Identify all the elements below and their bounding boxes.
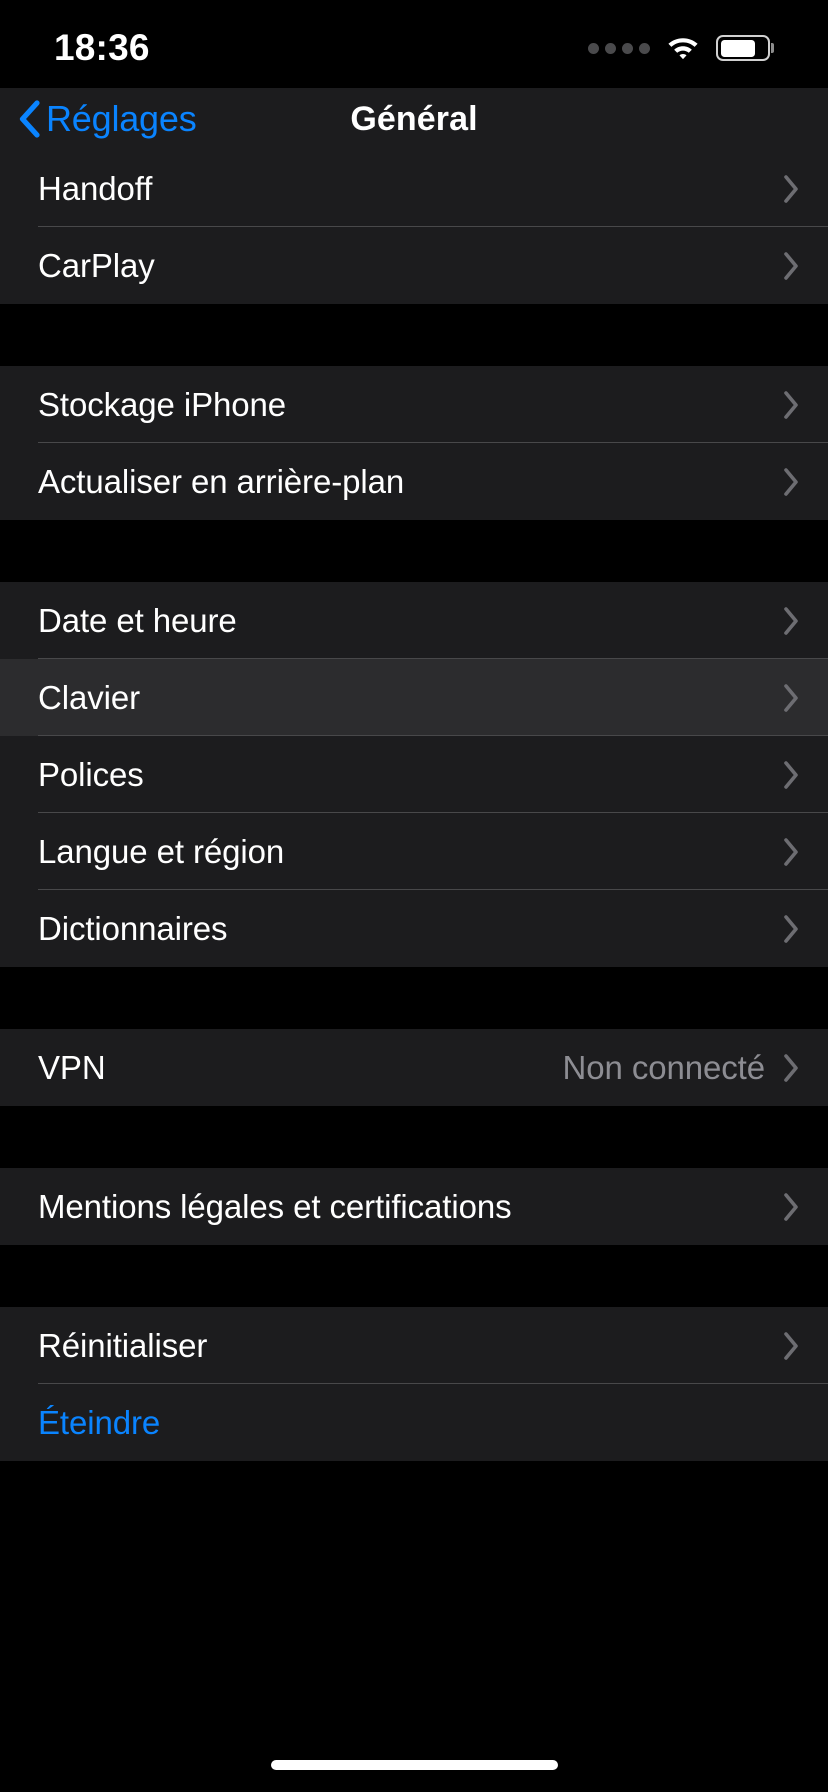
settings-row-teindre[interactable]: Éteindre [0, 1384, 828, 1461]
chevron-right-icon [784, 174, 798, 203]
group-gap [0, 1245, 828, 1307]
row-label: Dictionnaires [38, 909, 228, 947]
group-gap [0, 1106, 828, 1168]
chevron-right-icon [784, 683, 798, 712]
row-label: CarPlay [38, 246, 155, 284]
signal-dot [639, 42, 650, 54]
status-bar-clock: 18:36 [54, 27, 150, 68]
signal-dot [588, 42, 599, 54]
battery-fill [720, 39, 755, 57]
settings-row-dictionnaires[interactable]: Dictionnaires [0, 890, 828, 967]
row-value: Non connecté [562, 1048, 766, 1086]
signal-dot [605, 42, 616, 54]
settings-row-vpn[interactable]: VPN Non connecté [0, 1029, 828, 1106]
chevron-right-icon [784, 914, 798, 943]
group-gap [0, 520, 828, 582]
back-button-label: Réglages [46, 98, 197, 139]
settings-row-polices[interactable]: Polices [0, 736, 828, 813]
row-label: Polices [38, 755, 144, 793]
row-label: Actualiser en arrière-plan [38, 462, 405, 500]
back-button[interactable]: Réglages [0, 98, 197, 140]
settings-group: Stockage iPhone Actualiser en arrière-pla… [0, 366, 828, 520]
settings-group: Date et heure Clavier Polices Langue et rég… [0, 582, 828, 967]
chevron-right-icon [784, 760, 798, 789]
row-label: VPN [38, 1048, 106, 1086]
settings-row-mentions-l-gales-et-certifications[interactable]: Mentions légales et certifications [0, 1168, 828, 1245]
settings-row-date-et-heure[interactable]: Date et heure [0, 582, 828, 659]
chevron-right-icon [784, 467, 798, 496]
settings-group: Réinitialiser Éteindre [0, 1307, 828, 1461]
settings-row-actualiser-en-arri-re-plan[interactable]: Actualiser en arrière-plan [0, 443, 828, 520]
group-gap [0, 304, 828, 366]
settings-row-r-initialiser[interactable]: Réinitialiser [0, 1307, 828, 1384]
cellular-signal-icon [588, 42, 650, 54]
settings-row-handoff[interactable]: Handoff [0, 150, 828, 227]
settings-row-clavier[interactable]: Clavier [0, 659, 828, 736]
settings-group: Mentions légales et certifications [0, 1168, 828, 1245]
signal-dot [622, 42, 633, 54]
chevron-right-icon [784, 1053, 798, 1082]
settings-group: VPN Non connecté [0, 1029, 828, 1106]
settings-group: Handoff CarPlay [0, 150, 828, 304]
status-bar: 18:36 [0, 0, 828, 88]
settings-row-langue-et-r-gion[interactable]: Langue et région [0, 813, 828, 890]
wifi-icon [668, 38, 698, 60]
home-indicator-area [0, 1668, 828, 1792]
row-label: Stockage iPhone [38, 385, 287, 423]
settings-row-stockage-iphone[interactable]: Stockage iPhone [0, 366, 828, 443]
home-indicator[interactable] [270, 1760, 558, 1770]
group-gap [0, 967, 828, 1029]
chevron-right-icon [784, 390, 798, 419]
navigation-bar: Réglages Général [0, 88, 828, 150]
status-bar-indicators [588, 35, 770, 61]
row-label: Handoff [38, 169, 153, 207]
chevron-right-icon [784, 251, 798, 280]
row-label: Date et heure [38, 601, 237, 639]
row-label: Clavier [38, 678, 140, 716]
settings-row-carplay[interactable]: CarPlay [0, 227, 828, 304]
chevron-right-icon [784, 1331, 798, 1360]
chevron-right-icon [784, 606, 798, 635]
battery-icon [716, 35, 770, 61]
chevron-left-icon [19, 100, 40, 138]
settings-list[interactable]: Handoff CarPlay Stockage iPhone Actualiser … [0, 150, 828, 1668]
row-label: Réinitialiser [38, 1326, 208, 1364]
row-label: Langue et région [38, 832, 285, 870]
row-label: Mentions légales et certifications [38, 1187, 512, 1225]
chevron-right-icon [784, 1192, 798, 1221]
iphone-settings-screen: 18:36 Réglages Général Handoff CarPlay S… [0, 0, 828, 1792]
row-label: Éteindre [38, 1403, 161, 1441]
chevron-right-icon [784, 837, 798, 866]
